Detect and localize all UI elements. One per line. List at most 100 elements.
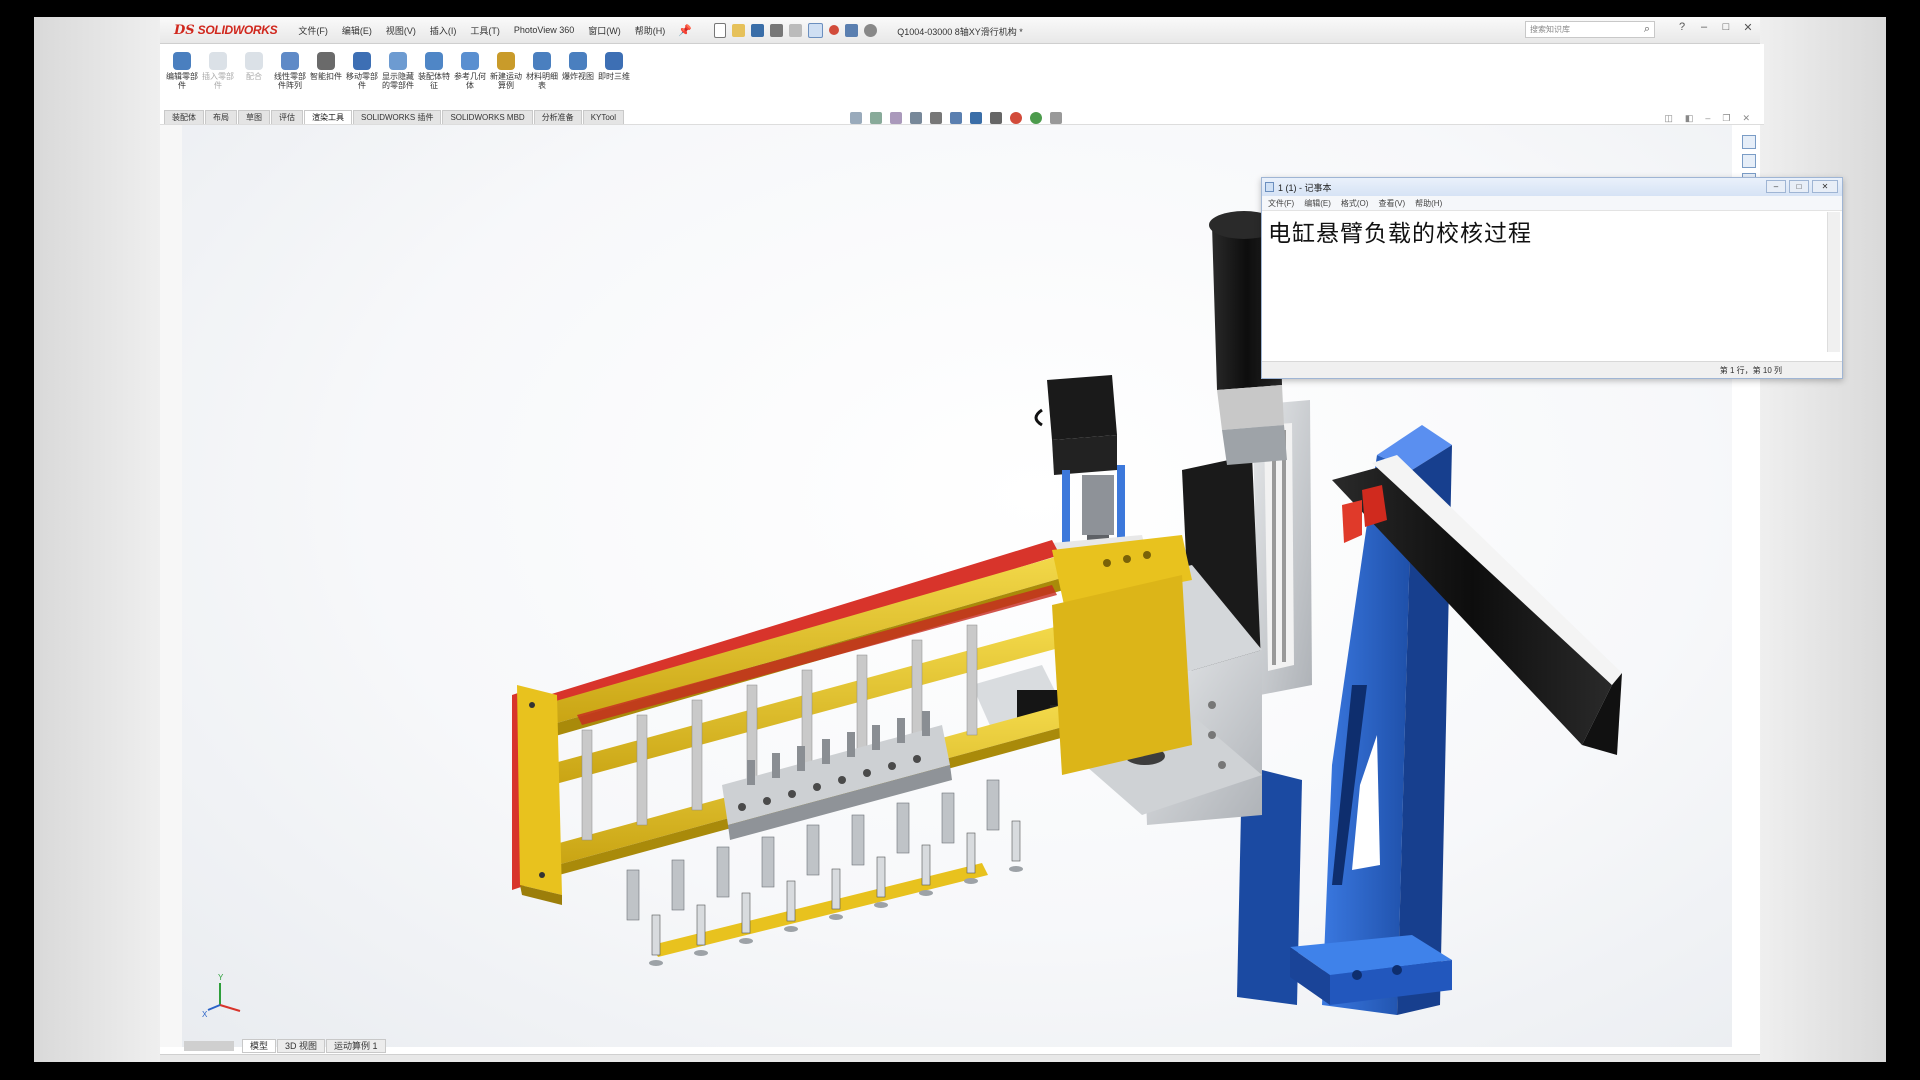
previous-view-icon[interactable] [890, 112, 902, 124]
zoom-to-fit-icon[interactable] [850, 112, 862, 124]
undo-icon[interactable] [788, 23, 802, 37]
command-icon [209, 52, 227, 70]
notepad-minimize-button[interactable]: – [1766, 180, 1786, 193]
notepad-close-button[interactable]: ✕ [1812, 180, 1838, 193]
command-tab[interactable]: SOLIDWORKS 插件 [353, 110, 442, 124]
hide-show-items-icon[interactable] [990, 112, 1002, 124]
command-icon [569, 52, 587, 70]
solidworks-logo[interactable]: DS SOLIDWORKS [174, 22, 278, 38]
search-input[interactable]: 搜索知识库 ⌕ [1525, 21, 1655, 38]
command-tab[interactable]: 评估 [271, 110, 303, 124]
command-icon [533, 52, 551, 70]
notepad-menu-help[interactable]: 帮助(H) [1415, 198, 1442, 209]
options-gear-icon[interactable] [863, 23, 877, 37]
view-settings-icon[interactable] [1050, 112, 1062, 124]
command-icon [173, 52, 191, 70]
notepad-menu-bar: 文件(F) 编辑(E) 格式(O) 查看(V) 帮助(H) [1262, 196, 1842, 211]
tab-model[interactable]: 模型 [242, 1039, 277, 1053]
section-view-icon[interactable] [910, 112, 922, 124]
command-icon [461, 52, 479, 70]
bottom-tabs: 模型 3D 视图 运动算例 1 [160, 1039, 387, 1053]
pin-icon[interactable]: 📌 [678, 24, 692, 37]
notepad-menu-file[interactable]: 文件(F) [1268, 198, 1294, 209]
menu-tools[interactable]: 工具(T) [463, 24, 507, 37]
command-tab[interactable]: 渲染工具 [304, 110, 352, 124]
quick-access-toolbar [713, 22, 877, 38]
command-label: 爆炸视图 [562, 72, 594, 81]
minimize-button[interactable]: – [1698, 21, 1710, 34]
command-icon [245, 52, 263, 70]
command-label: 装配体特征 [418, 72, 450, 90]
search-placeholder: 搜索知识库 [1530, 25, 1570, 34]
triad-x-label: X [202, 1010, 208, 1019]
command-icon [317, 52, 335, 70]
stepper-motor-assembly[interactable] [1034, 375, 1147, 565]
viewport-restore-icon[interactable]: ❐ [1722, 113, 1730, 124]
maximize-button[interactable]: □ [1720, 21, 1732, 34]
command-tab[interactable]: 分析准备 [533, 110, 582, 124]
notepad-cursor-position: 第 1 行，第 10 列 [1719, 366, 1782, 375]
search-icon[interactable]: ⌕ [1644, 23, 1650, 36]
viewport-split-icon[interactable]: ◫ [1664, 113, 1673, 124]
menu-insert[interactable]: 插入(I) [423, 24, 464, 37]
help-button[interactable]: ? [1676, 21, 1688, 34]
task-pane-home-icon[interactable] [1742, 135, 1756, 149]
command-tab[interactable]: 布局 [205, 110, 237, 124]
zoom-area-icon[interactable] [870, 112, 882, 124]
notepad-window[interactable]: 1 (1) - 记事本 – □ ✕ 文件(F) 编辑(E) 格式(O) 查看(V… [1261, 177, 1843, 379]
command-tab[interactable]: SOLIDWORKS MBD [442, 110, 533, 124]
viewport-link-icon[interactable]: ◧ [1685, 113, 1694, 124]
dynamic-annotation-icon[interactable] [930, 112, 942, 124]
viewport-controls: ◫ ◧ – ❐ ✕ [1664, 113, 1750, 124]
viewport-close-icon[interactable]: ✕ [1742, 113, 1750, 124]
menu-file[interactable]: 文件(F) [291, 24, 335, 37]
notepad-icon [1265, 182, 1274, 192]
menu-help[interactable]: 帮助(H) [628, 24, 673, 37]
notepad-titlebar[interactable]: 1 (1) - 记事本 – □ ✕ [1262, 178, 1842, 196]
notepad-scrollbar[interactable] [1827, 212, 1840, 352]
menu-bar: DS SOLIDWORKS 文件(F) 编辑(E) 视图(V) 插入(I) 工具… [160, 17, 1760, 44]
file-properties-icon[interactable] [844, 23, 858, 37]
notepad-menu-view[interactable]: 查看(V) [1378, 198, 1405, 209]
menu-photoview[interactable]: PhotoView 360 [507, 25, 581, 35]
menu-edit[interactable]: 编辑(E) [335, 24, 379, 37]
command-tab[interactable]: 草图 [238, 110, 270, 124]
open-folder-icon[interactable] [731, 23, 745, 37]
view-orientation-icon[interactable] [950, 112, 962, 124]
menu-window[interactable]: 窗口(W) [581, 24, 628, 37]
notepad-status-bar: 第 1 行，第 10 列 [1262, 361, 1842, 378]
status-bar [160, 1054, 1760, 1062]
command-tab[interactable]: KYTool [582, 110, 625, 124]
apply-scene-icon[interactable] [1030, 112, 1042, 124]
task-pane-resources-icon[interactable] [1742, 154, 1756, 168]
new-document-icon[interactable] [713, 22, 726, 38]
logo-prefix: DS [174, 22, 195, 38]
desktop-margin-left [34, 17, 160, 1062]
close-button[interactable]: ✕ [1742, 21, 1754, 34]
notepad-menu-format[interactable]: 格式(O) [1341, 198, 1369, 209]
viewport-minimize-icon[interactable]: – [1705, 113, 1710, 124]
desktop-margin-right [1760, 17, 1886, 1062]
notepad-text-area[interactable]: 电缸悬臂负载的校核过程 [1266, 212, 1828, 352]
command-tab[interactable]: 装配体 [164, 110, 204, 124]
tab-3d-views[interactable]: 3D 视图 [277, 1039, 326, 1053]
notepad-menu-edit[interactable]: 编辑(E) [1304, 198, 1331, 209]
notepad-maximize-button[interactable]: □ [1789, 180, 1809, 193]
save-icon[interactable] [750, 23, 764, 37]
command-icon [353, 52, 371, 70]
menu-view[interactable]: 视图(V) [379, 24, 423, 37]
tab-motion-study[interactable]: 运动算例 1 [326, 1039, 386, 1053]
print-icon[interactable] [769, 23, 783, 37]
command-icon [389, 52, 407, 70]
select-arrow-icon[interactable] [807, 22, 823, 38]
command-icon [281, 52, 299, 70]
screen: DS SOLIDWORKS 文件(F) 编辑(E) 视图(V) 插入(I) 工具… [34, 17, 1886, 1062]
command-label: 参考几何体 [454, 72, 486, 90]
rebuild-icon[interactable] [828, 25, 839, 35]
display-style-icon[interactable] [970, 112, 982, 124]
tab-scroll-arrows[interactable] [184, 1041, 234, 1051]
edit-appearance-icon[interactable] [1010, 112, 1022, 124]
feature-manager-collapsed[interactable] [160, 125, 183, 1047]
logo-name: SOLIDWORKS [197, 23, 278, 37]
command-label: 材料明细表 [526, 72, 558, 90]
